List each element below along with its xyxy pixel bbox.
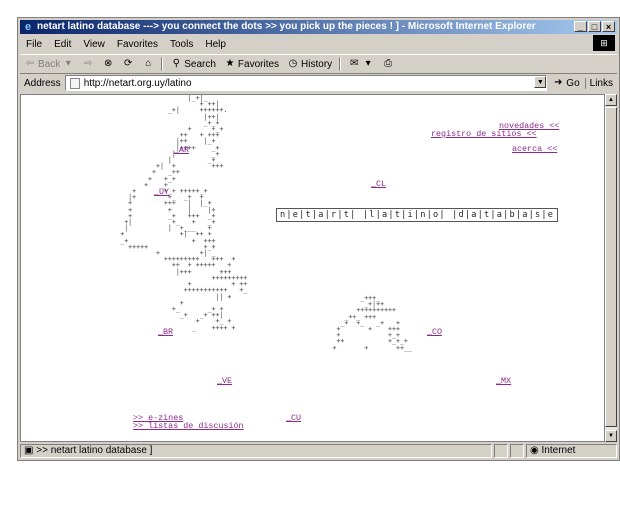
menu-edit[interactable]: Edit <box>48 39 77 50</box>
globe-icon: ◉ <box>530 445 542 456</box>
stop-icon: ⊗ <box>104 58 113 69</box>
window-controls: _ □ × <box>574 21 615 32</box>
address-input[interactable]: http://netart.org.uy/latino ▼ <box>64 75 548 91</box>
home-button[interactable]: ⌂ <box>138 58 158 70</box>
link-country-br[interactable]: _BR <box>158 327 173 337</box>
banner-box: n|e|t|a|r|t| |l|a|t|i|n|o| |d|a|t|a|b|a|… <box>276 208 559 222</box>
go-button[interactable]: ➜ Go <box>547 77 584 89</box>
go-arrow-icon: ➜ <box>554 77 563 88</box>
print-button[interactable]: ⎙ <box>378 58 398 70</box>
address-dropdown-icon[interactable]: ▼ <box>534 76 547 88</box>
link-country-ve[interactable]: _VE <box>217 376 232 386</box>
vertical-scrollbar[interactable]: ▲ ▼ <box>605 94 617 442</box>
menu-view[interactable]: View <box>77 39 111 50</box>
menu-bar: File Edit View Favorites Tools Help <box>20 36 617 52</box>
toolbar-separator <box>339 57 342 71</box>
forward-button[interactable]: ⇨ <box>78 58 98 70</box>
stop-button[interactable]: ⊗ <box>98 58 118 70</box>
print-icon: ⎙ <box>384 58 393 69</box>
link-country-cl[interactable]: _CL <box>371 179 386 189</box>
toolbar: ⇦ Back ▾ ⇨ ⊗ ⟳ ⌂ ⚲ Search ★ Favorites ◷ Histo… <box>20 54 617 74</box>
links-button[interactable]: Links <box>584 77 617 89</box>
home-icon: ⌂ <box>145 58 152 69</box>
ascii-art-map: |_+|_ + ++| _+| ++++++. |++| _+_+ + +_+ … <box>120 94 248 332</box>
status-cell <box>494 444 508 458</box>
menu-file[interactable]: File <box>20 39 48 50</box>
scroll-up-icon[interactable]: ▲ <box>605 94 617 106</box>
link-acerca[interactable]: acerca << <box>512 144 557 154</box>
back-button[interactable]: ⇦ Back ▾ <box>20 58 78 70</box>
refresh-button[interactable]: ⟳ <box>118 58 138 70</box>
zone-label: Internet <box>541 445 576 456</box>
banner-text: n|e|t|a|r|t| |l|a|t|i|n|o| |d|a|t|a|b|a|… <box>280 210 555 220</box>
link-listas-de-discusion[interactable]: >> listas de discusión <box>133 421 244 431</box>
back-label: Back <box>38 58 61 70</box>
address-bar: Address http://netart.org.uy/latino ▼ ➜ G… <box>20 74 617 92</box>
favorites-label: Favorites <box>237 58 280 70</box>
history-label: History <box>301 58 333 70</box>
mail-button[interactable]: ✉ ▾ <box>344 58 378 70</box>
history-icon: ◷ <box>288 58 298 69</box>
link-country-mx[interactable]: _MX <box>496 376 511 386</box>
status-text: >> netart latino database ] <box>36 445 153 456</box>
menu-tools[interactable]: Tools <box>164 39 199 50</box>
link-registro-de-sitios[interactable]: registro de sitios << <box>431 129 537 139</box>
address-label: Address <box>24 77 61 89</box>
status-cell <box>510 444 524 458</box>
address-value[interactable]: http://netart.org.uy/latino <box>84 78 192 89</box>
page-content: |_+|_ + ++| _+| ++++++. |++| _+_+ + +_+ … <box>20 94 605 442</box>
page-icon <box>69 77 80 89</box>
windows-logo-icon: ⊞ <box>593 35 615 51</box>
window-title: netart latino database ---> you connect … <box>37 21 536 32</box>
forward-arrow-icon: ⇨ <box>84 58 93 69</box>
scroll-down-icon[interactable]: ▼ <box>605 430 617 442</box>
refresh-icon: ⟳ <box>124 58 133 69</box>
link-country-ar[interactable]: _AR <box>174 145 189 155</box>
search-icon: ⚲ <box>172 58 180 69</box>
favorites-icon: ★ <box>225 58 235 69</box>
toolbar-separator <box>161 57 164 71</box>
maximize-button[interactable]: □ <box>588 21 601 32</box>
mail-icon: ✉ <box>349 58 359 69</box>
menu-favorites[interactable]: Favorites <box>111 39 164 50</box>
scrollbar-thumb[interactable] <box>605 107 617 427</box>
dropdown-icon: ▾ <box>65 58 71 69</box>
back-arrow-icon: ⇦ <box>25 58 35 69</box>
link-country-cu[interactable]: _CU <box>286 413 301 423</box>
close-button[interactable]: × <box>602 21 615 32</box>
browser-window: e netart latino database ---> you connect… <box>17 17 620 461</box>
ascii-art-map-east: _+++_ _+|++ ++++++++++ _++_ +++ _+ +_ _+… <box>332 294 412 352</box>
security-zone: ◉ Internet <box>526 444 617 458</box>
history-button[interactable]: ◷ History <box>283 58 336 70</box>
ie-logo-icon: e <box>24 21 32 33</box>
search-label: Search <box>184 58 216 70</box>
status-bar: ▣ >> netart latino database ] ◉ Internet <box>20 444 617 458</box>
link-country-co[interactable]: _CO <box>427 327 442 337</box>
link-country-uy[interactable]: _UY <box>154 187 169 197</box>
status-page-icon: ▣ <box>24 445 37 456</box>
favorites-button[interactable]: ★ Favorites <box>220 58 283 70</box>
search-button[interactable]: ⚲ Search <box>166 58 220 70</box>
minimize-button[interactable]: _ <box>574 21 587 32</box>
dropdown-icon: ▾ <box>365 58 371 69</box>
go-label: Go <box>566 77 580 89</box>
title-bar[interactable]: e netart latino database ---> you connect… <box>20 20 617 34</box>
status-text-cell: ▣ >> netart latino database ] <box>20 444 492 458</box>
menu-help[interactable]: Help <box>199 39 232 50</box>
